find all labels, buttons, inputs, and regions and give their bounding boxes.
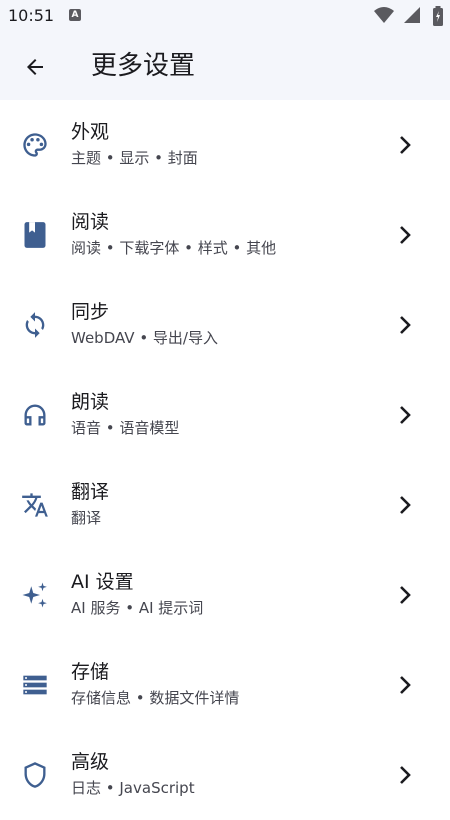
settings-item-label: 同步 [71,301,110,323]
settings-item-ai[interactable]: AI 设置 AI 服务 • AI 提示词 [0,550,450,640]
battery-icon [433,6,443,26]
chevron-right-icon [400,316,411,334]
page-title: 更多设置 [91,51,196,81]
chevron-right-icon [400,586,411,604]
translate-icon [22,493,48,517]
palette-icon [23,133,47,157]
settings-item-desc: AI 服务 • AI 提示词 [71,599,204,617]
arrow-left-icon [27,59,43,75]
settings-item-label: AI 设置 [71,571,134,593]
status-bar: 10:51 A [0,0,450,32]
settings-item-label: 阅读 [71,211,110,233]
settings-item-translate[interactable]: 翻译 翻译 [0,460,450,550]
chevron-right-icon [400,496,411,514]
settings-item-advanced[interactable]: 高级 日志 • JavaScript [0,730,450,820]
settings-item-reading[interactable]: 阅读 阅读 • 下载字体 • 样式 • 其他 [0,190,450,280]
app-bar: 更多设置 [0,32,450,100]
settings-item-desc: 主题 • 显示 • 封面 [71,149,198,167]
book-icon [24,222,46,248]
status-time: 10:51 [8,6,55,25]
settings-item-label: 存储 [71,661,110,683]
settings-item-sync[interactable]: 同步 WebDAV • 导出/导入 [0,280,450,370]
settings-item-tts[interactable]: 朗读 语音 • 语音模型 [0,370,450,460]
settings-item-label: 高级 [71,751,110,773]
settings-item-desc: 阅读 • 下载字体 • 样式 • 其他 [71,239,277,257]
settings-item-desc: 翻译 [71,509,102,527]
chevron-right-icon [400,406,411,424]
settings-item-label: 外观 [71,121,110,143]
headphones-icon [24,404,46,426]
settings-item-appearance[interactable]: 外观 主题 • 显示 • 封面 [0,100,450,190]
storage-icon [23,675,47,695]
settings-item-desc: 语音 • 语音模型 [71,419,180,437]
wifi-icon [373,7,394,23]
shield-icon [24,762,46,788]
settings-item-label: 朗读 [71,391,110,413]
chevron-right-icon [400,136,411,154]
settings-item-desc: 日志 • JavaScript [71,779,195,797]
settings-item-desc: 存储信息 • 数据文件详情 [71,689,240,707]
chevron-right-icon [400,226,411,244]
back-button[interactable] [18,50,52,84]
sparkle-icon [22,582,47,608]
status-icons [373,6,444,26]
settings-item-desc: WebDAV • 导出/导入 [71,329,218,347]
settings-list: 外观 主题 • 显示 • 封面 阅读 阅读 • 下载字体 • 样式 • 其他 同… [0,100,450,820]
notification-badge: A [69,9,81,21]
settings-item-label: 翻译 [71,481,110,503]
chevron-right-icon [400,676,411,694]
sync-icon [25,312,45,338]
chevron-right-icon [400,766,411,784]
settings-item-storage[interactable]: 存储 存储信息 • 数据文件详情 [0,640,450,730]
signal-icon [403,7,420,23]
